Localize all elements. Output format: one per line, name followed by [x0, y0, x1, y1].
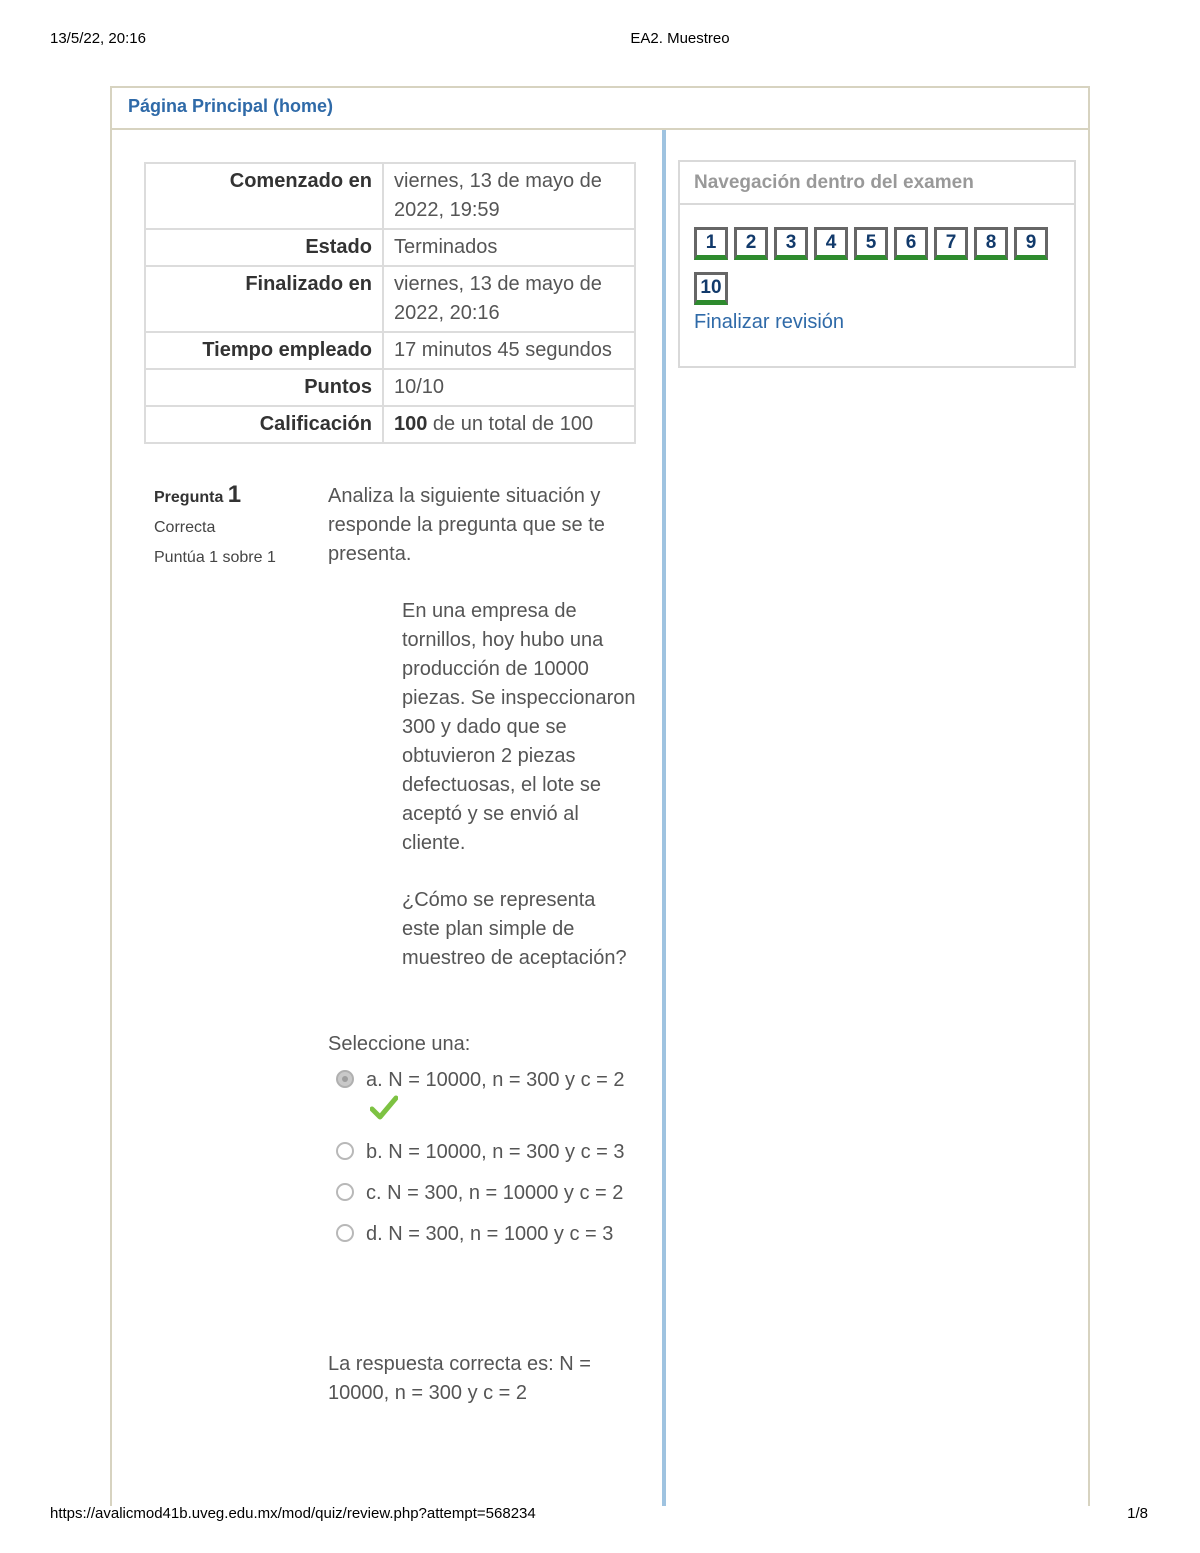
attempt-summary-table: Comenzado en viernes, 13 de mayo de 2022… — [144, 162, 636, 444]
scenario-text: En una empresa de tornillos, hoy hubo un… — [402, 600, 636, 854]
question-nav-button-5[interactable]: 5 — [854, 227, 888, 260]
option-label: c. N = 300, n = 10000 y c = 2 — [366, 1182, 624, 1204]
question-info: Pregunta 1 Correcta Puntúa 1 sobre 1 — [154, 481, 304, 567]
question-nav-label: 10 — [700, 277, 722, 298]
summary-label: Estado — [144, 228, 384, 267]
summary-value: 10/10 — [382, 368, 636, 407]
radio[interactable] — [336, 1224, 354, 1242]
question-nav-label: 8 — [985, 232, 997, 253]
summary-row: Finalizado en viernes, 13 de mayo de 202… — [144, 265, 636, 333]
scenario-question: ¿Cómo se representa este plan simple de … — [402, 889, 627, 969]
question-nav-label: 2 — [745, 232, 757, 253]
summary-value: 17 minutos 45 segundos — [382, 331, 636, 370]
question-nav-button-3[interactable]: 3 — [774, 227, 808, 260]
summary-value: viernes, 13 de mayo de 2022, 20:16 — [382, 265, 636, 333]
question-nav-label: 7 — [945, 232, 957, 253]
question-nav-label: 6 — [905, 232, 917, 253]
summary-label: Finalizado en — [144, 265, 384, 333]
question-buttons: 1 2 3 4 5 6 7 8 9 10 — [694, 227, 1064, 317]
question-intro: Analiza la siguiente situación y respond… — [328, 485, 605, 565]
radio-selected[interactable] — [336, 1070, 354, 1088]
radio[interactable] — [336, 1183, 354, 1201]
question-number: Pregunta 1 — [154, 481, 304, 509]
quiz-navigation-body: 1 2 3 4 5 6 7 8 9 10 Finalizar revisión — [680, 205, 1074, 334]
question-nav-label: 3 — [785, 232, 797, 253]
summary-label: Puntos — [144, 368, 384, 407]
print-page-number: 1/8 — [1127, 1505, 1148, 1522]
grade-total: de un total de 100 — [427, 413, 594, 435]
right-answer-feedback: La respuesta correcta es: N = 10000, n =… — [328, 1353, 591, 1404]
page-frame: Página Principal (home) Comenzado en vie… — [110, 86, 1090, 1506]
question-nav-button-8[interactable]: 8 — [974, 227, 1008, 260]
option-label: b. N = 10000, n = 300 y c = 3 — [366, 1141, 625, 1163]
summary-label: Comenzado en — [144, 162, 384, 230]
summary-label: Tiempo empleado — [144, 331, 384, 370]
question-grade: Puntúa 1 sobre 1 — [154, 549, 276, 566]
question-nav-label: 5 — [865, 232, 877, 253]
question-nav-label: 1 — [705, 232, 717, 253]
summary-row-grade: Calificación 100 de un total de 100 — [144, 405, 636, 444]
question-label: Pregunta — [154, 489, 224, 506]
summary-row: Comenzado en viernes, 13 de mayo de 2022… — [144, 162, 636, 230]
question-nav-button-4[interactable]: 4 — [814, 227, 848, 260]
question-number-value: 1 — [227, 481, 242, 508]
select-prompt: Seleccione una: — [328, 1033, 471, 1055]
home-link[interactable]: Página Principal (home) — [128, 96, 333, 117]
grade-score: 100 — [394, 413, 428, 435]
question-nav-button-7[interactable]: 7 — [934, 227, 968, 260]
finish-review-link[interactable]: Finalizar revisión — [694, 311, 1060, 334]
answer-option-d[interactable]: d. N = 300, n = 1000 y c = 3 — [336, 1220, 636, 1249]
answer-options: a. N = 10000, n = 300 y c = 2 b. N = 100… — [336, 1066, 636, 1261]
answer-option-c[interactable]: c. N = 300, n = 10000 y c = 2 — [336, 1179, 636, 1208]
quiz-navigation-block: Navegación dentro del examen 1 2 3 4 5 6 7 8 9 10… — [678, 160, 1076, 368]
option-label: a. N = 10000, n = 300 y c = 2 — [366, 1069, 625, 1091]
navbar: Página Principal (home) — [112, 86, 1088, 130]
question-nav-label: 9 — [1025, 232, 1037, 253]
column-divider — [662, 130, 666, 1506]
question-nav-button-9[interactable]: 9 — [1014, 227, 1048, 260]
quiz-navigation-title: Navegación dentro del examen — [680, 162, 1074, 205]
question-state: Correcta — [154, 519, 216, 536]
print-title: EA2. Muestreo — [630, 30, 730, 47]
question-nav-button-2[interactable]: 2 — [734, 227, 768, 260]
summary-grade-value: 100 de un total de 100 — [382, 405, 636, 444]
question-nav-button-6[interactable]: 6 — [894, 227, 928, 260]
summary-row: Estado Terminados — [144, 228, 636, 267]
answer-option-a[interactable]: a. N = 10000, n = 300 y c = 2 — [336, 1066, 636, 1126]
summary-value: viernes, 13 de mayo de 2022, 19:59 — [382, 162, 636, 230]
summary-value: Terminados — [382, 228, 636, 267]
question-scenario: En una empresa de tornillos, hoy hubo un… — [402, 597, 636, 1001]
radio[interactable] — [336, 1142, 354, 1160]
question-nav-label: 4 — [825, 232, 837, 253]
summary-row: Puntos 10/10 — [144, 368, 636, 407]
answer-option-b[interactable]: b. N = 10000, n = 300 y c = 3 — [336, 1138, 636, 1167]
print-url: https://avalicmod41b.uveg.edu.mx/mod/qui… — [50, 1505, 536, 1522]
correct-check-icon — [370, 1095, 398, 1120]
option-label: d. N = 300, n = 1000 y c = 3 — [366, 1223, 614, 1245]
summary-label: Calificación — [144, 405, 384, 444]
question-nav-button-1[interactable]: 1 — [694, 227, 728, 260]
question-nav-button-10[interactable]: 10 — [694, 272, 728, 305]
summary-row: Tiempo empleado 17 minutos 45 segundos — [144, 331, 636, 370]
